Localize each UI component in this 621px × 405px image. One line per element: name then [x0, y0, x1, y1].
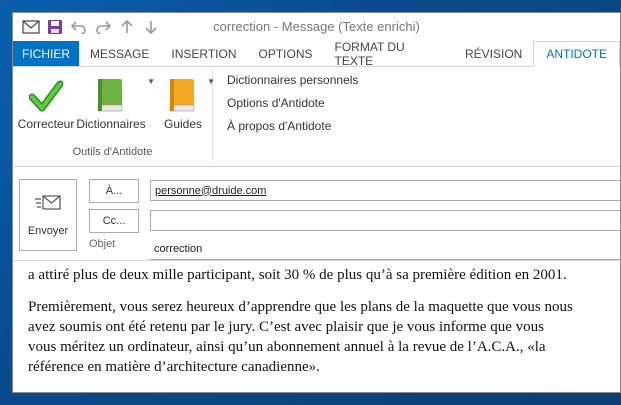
group-label: Outils d'Antidote [72, 146, 153, 158]
menu-a-propos-antidote[interactable]: À propos d'Antidote [227, 117, 358, 140]
subject-field[interactable]: correction [150, 239, 620, 260]
book-icon [96, 71, 126, 113]
up-arrow-icon[interactable] [115, 15, 139, 39]
to-field[interactable]: personne@druide.com [150, 180, 620, 201]
guides-label: Guides [163, 117, 203, 131]
ribbon-antidote: Correcteur Dictionnaires ▼ Guides ▼ Outi… [13, 67, 620, 167]
tab-message[interactable]: MESSAGE [79, 41, 160, 66]
mail-icon[interactable] [19, 15, 43, 39]
ribbon-tabs: FICHIER MESSAGE INSERTION OPTIONS FORMAT… [13, 40, 620, 68]
dictionnaires-label: Dictionnaires [76, 117, 146, 131]
save-icon[interactable] [43, 15, 67, 39]
send-label: Envoyer [27, 225, 69, 237]
correcteur-label: Correcteur [17, 117, 75, 131]
cc-field[interactable] [150, 210, 620, 231]
group-outils-antidote: Correcteur Dictionnaires ▼ Guides ▼ Outi… [13, 69, 215, 161]
book-icon [168, 71, 198, 113]
body-line: référence en matière d’architecture cana… [28, 359, 320, 375]
message-header: Envoyer À... personne@druide.com Cc... O… [13, 167, 620, 260]
message-body[interactable]: a attiré plus de deux mille participant,… [13, 260, 620, 392]
correcteur-button[interactable]: Correcteur [17, 71, 75, 131]
tab-fichier[interactable]: FICHIER [13, 41, 79, 66]
menu-dictionnaires-personnels[interactable]: Dictionnaires personnels [227, 71, 358, 94]
menu-options-antidote[interactable]: Options d'Antidote [227, 94, 358, 117]
subject-label: Objet [89, 238, 116, 250]
antidote-menu-list: Dictionnaires personnels Options d'Antid… [213, 67, 358, 166]
body-line: vous méritez un ordinateur, ainsi qu’un … [28, 339, 546, 355]
body-line: a attiré plus de deux mille participant,… [28, 267, 567, 283]
undo-icon[interactable] [67, 15, 91, 39]
send-button[interactable]: Envoyer [19, 179, 77, 251]
quick-access-toolbar [13, 13, 163, 41]
cc-button[interactable]: Cc... [89, 209, 139, 233]
send-envelope-icon [34, 194, 62, 215]
down-arrow-icon[interactable] [139, 15, 163, 39]
dropdown-icon[interactable]: ▼ [207, 77, 215, 86]
to-button[interactable]: À... [89, 179, 139, 203]
check-icon [29, 71, 63, 113]
tab-revision[interactable]: RÉVISION [454, 41, 533, 66]
guides-button[interactable]: Guides ▼ [157, 71, 215, 131]
body-line: Premièrement, vous serez heureux d’appre… [28, 299, 573, 315]
tab-insertion[interactable]: INSERTION [160, 41, 247, 66]
tab-format-du-texte[interactable]: FORMAT DU TEXTE [324, 40, 454, 68]
dictionnaires-button[interactable]: Dictionnaires ▼ [75, 71, 155, 131]
outlook-compose-window: correction - Message (Texte enrichi) FIC… [12, 12, 621, 393]
body-line: avez soumis ont été retenu par le jury. … [28, 319, 544, 335]
dropdown-icon[interactable]: ▼ [147, 77, 155, 86]
title-bar: correction - Message (Texte enrichi) [13, 13, 620, 41]
recipient-address[interactable]: personne@druide.com [155, 185, 266, 197]
tab-antidote[interactable]: ANTIDOTE [533, 41, 620, 67]
tab-options[interactable]: OPTIONS [247, 41, 323, 66]
redo-icon[interactable] [91, 15, 115, 39]
